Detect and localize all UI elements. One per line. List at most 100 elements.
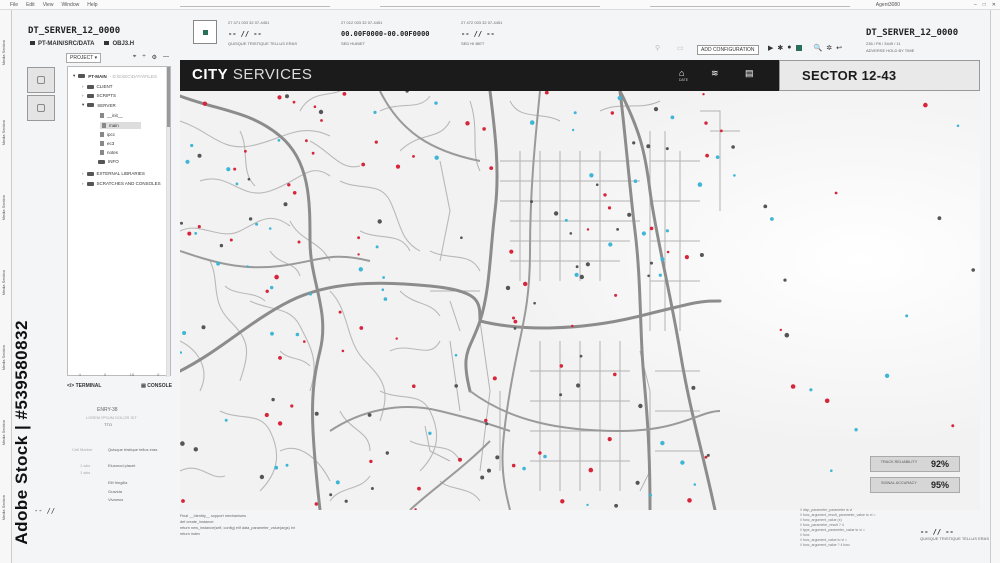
incident-marker: [617, 95, 622, 101]
tree-item-label: EXTERNAL LIBRARIES: [96, 171, 145, 176]
split-icon[interactable]: ÷: [142, 54, 145, 61]
strip-label[interactable]: Media Section: [1, 270, 6, 295]
file-icon: [102, 123, 106, 128]
incident-marker: [905, 314, 909, 318]
menu-file[interactable]: File: [10, 2, 18, 8]
tree-item-scripts[interactable]: › SCRIPTS: [82, 93, 116, 98]
status-square[interactable]: [193, 20, 217, 44]
gear-icon[interactable]: ⚙: [152, 54, 157, 61]
incident-marker: [271, 397, 275, 402]
console-tab[interactable]: ▤ CONSOLE: [141, 383, 172, 389]
incident-marker: [733, 174, 736, 177]
ghost-row-key: 1 wks: [80, 470, 91, 475]
incident-marker: [383, 297, 388, 301]
settings-icon[interactable]: ✲: [826, 44, 832, 52]
strip-label[interactable]: Media Section: [1, 345, 6, 370]
incident-marker: [247, 177, 251, 181]
incident-marker: [259, 474, 265, 480]
tree-item-label: INFO: [108, 159, 119, 164]
menu-help[interactable]: Help: [87, 2, 97, 8]
terminal-tab[interactable]: </> TERMINAL: [67, 383, 101, 389]
incident-marker: [951, 424, 955, 428]
profile-icon[interactable]: ●: [787, 44, 791, 52]
app-title: Agent3080: [875, 2, 900, 8]
incident-marker: [382, 276, 385, 279]
tree-item-server[interactable]: ▾ SERVER: [82, 102, 116, 108]
tree-item-info[interactable]: INFO: [98, 159, 119, 164]
incident-marker: [613, 372, 617, 377]
incident-marker: [341, 349, 345, 353]
tree-root[interactable]: ▾ PT-MAIN - D:\EXEC\DATA\FILES: [73, 73, 157, 79]
tree-scrollbar[interactable]: [166, 67, 170, 377]
sector-label: SECTOR 12-43: [802, 68, 897, 83]
thumbnail-1[interactable]: [27, 67, 55, 93]
incident-marker: [610, 111, 614, 115]
chat-icon[interactable]: ▤: [745, 68, 754, 79]
home-icon[interactable]: ⌂ DATE: [679, 68, 688, 82]
incident-marker: [385, 451, 389, 455]
folder-icon: [78, 74, 86, 78]
menu-edit[interactable]: Edit: [26, 2, 35, 8]
ghost-row-value: Vivamus: [108, 497, 124, 502]
minimize-panel-icon[interactable]: —: [163, 54, 169, 61]
strip-label[interactable]: Media Section: [1, 495, 6, 520]
search-icon[interactable]: 🔍: [814, 44, 823, 52]
menu-view[interactable]: View: [43, 2, 54, 8]
incident-marker: [697, 182, 703, 187]
incident-marker: [670, 115, 675, 120]
incident-marker: [180, 441, 185, 446]
path-link[interactable]: PT-MAIN/SRC/DATA: [30, 41, 94, 47]
layout-icon[interactable]: ▭: [677, 44, 684, 52]
strip-label[interactable]: Media Section: [1, 120, 6, 145]
target-icon[interactable]: ⌖: [133, 54, 136, 61]
tree-item-ipcc[interactable]: ipcc: [100, 132, 115, 137]
strip-label[interactable]: Media Section: [1, 195, 6, 220]
stat-value: 92%: [931, 459, 950, 469]
ghost-row-key: 1 wks: [80, 463, 91, 468]
wifi-icon[interactable]: ≋: [711, 68, 719, 79]
incident-marker: [509, 249, 514, 254]
incident-marker: [614, 503, 618, 508]
stat-label: SIGNAL ACCURACY: [881, 481, 917, 485]
project-dropdown[interactable]: PROJECT ▾: [66, 53, 102, 63]
minimize-icon[interactable]: –: [974, 2, 977, 8]
incident-marker: [571, 128, 575, 132]
tree-item-label: CLIENT: [96, 84, 113, 89]
incident-marker: [182, 331, 187, 335]
tree-item-init[interactable]: __init__: [100, 113, 123, 118]
incident-marker: [658, 273, 662, 277]
tree-item-scratches[interactable]: › SCRATCHES AND CONSOLES: [82, 181, 161, 186]
menu-window[interactable]: Window: [61, 2, 79, 8]
incident-marker: [560, 499, 565, 504]
server-title: DT_SERVER_12_0000: [28, 26, 121, 36]
strip-label[interactable]: Media Section: [1, 420, 6, 445]
search-icon[interactable]: ⚲: [655, 44, 660, 52]
undo-icon[interactable]: ↩: [836, 44, 842, 52]
tree-item-main-selected[interactable]: main: [100, 122, 141, 129]
close-icon[interactable]: ✕: [992, 2, 996, 8]
tree-item-ec3[interactable]: ec3: [100, 141, 114, 146]
incident-marker: [434, 101, 438, 105]
thumbnail-2[interactable]: [27, 95, 55, 121]
tree-item-external-libraries[interactable]: › EXTERNAL LIBRARIES: [82, 171, 145, 176]
incident-marker: [538, 451, 542, 455]
scrollbar-thumb[interactable]: [167, 67, 170, 127]
strip-label[interactable]: Media Section: [1, 40, 6, 65]
tree-item-label: notes: [107, 150, 119, 155]
incident-marker: [553, 211, 559, 216]
incident-marker: [482, 127, 486, 131]
debug-icon[interactable]: ✱: [777, 44, 783, 52]
incident-marker: [485, 422, 489, 426]
incident-marker: [454, 384, 459, 388]
city-map[interactable]: TRACK RELIABILITY 92% SIGNAL ACCURACY 95…: [180, 91, 980, 510]
incident-marker: [705, 153, 709, 158]
tree-item-notes[interactable]: notes: [100, 150, 118, 155]
play-icon[interactable]: ▶: [768, 44, 773, 52]
incident-marker: [770, 217, 774, 221]
add-configuration-button[interactable]: ADD CONFIGURATION: [697, 45, 759, 55]
file-link[interactable]: OBJ3.H: [104, 41, 134, 47]
footer-count: 0: [104, 372, 107, 377]
tree-item-client[interactable]: › CLIENT: [82, 84, 113, 89]
maximize-icon[interactable]: □: [983, 2, 986, 8]
stop-icon[interactable]: [795, 45, 802, 51]
